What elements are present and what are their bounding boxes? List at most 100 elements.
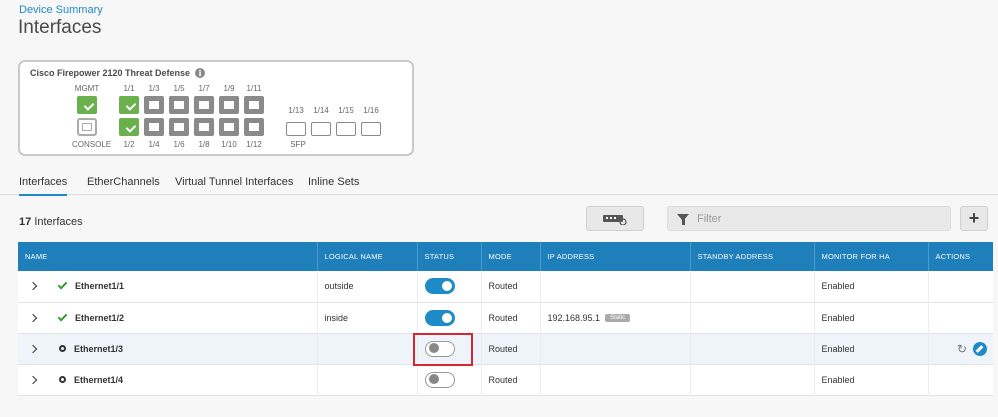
link-down-circle-icon xyxy=(59,376,66,383)
column-header-name[interactable]: NAME xyxy=(18,242,318,271)
port-label: 1/11 xyxy=(246,84,262,93)
column-header-actions: ACTIONS xyxy=(935,252,971,261)
column-header-status[interactable]: STATUS xyxy=(417,242,482,271)
sfp-port-1-13-icon[interactable] xyxy=(286,122,306,136)
link-up-check-icon xyxy=(57,311,68,321)
tab-interfaces[interactable]: Interfaces xyxy=(19,176,68,196)
sfp-port-1-16-icon[interactable] xyxy=(361,122,381,136)
interface-name[interactable]: Ethernet1/3 xyxy=(74,344,123,354)
interface-name[interactable]: Ethernet1/4 xyxy=(74,375,123,385)
port-1-1-icon[interactable] xyxy=(119,96,139,114)
port-1-7-icon[interactable] xyxy=(194,96,214,114)
table-row[interactable]: Ethernet1/4 Routed Enabled xyxy=(18,364,993,395)
plus-icon: + xyxy=(968,208,980,228)
interface-count: 17 Interfaces xyxy=(19,216,83,228)
chevron-right-icon[interactable] xyxy=(28,375,38,384)
standby-address xyxy=(690,364,815,395)
edit-icon[interactable] xyxy=(973,341,987,356)
filter-box[interactable] xyxy=(667,206,951,231)
logical-name xyxy=(317,333,418,364)
ip-address xyxy=(540,364,691,395)
sfp-port-1-15-icon[interactable] xyxy=(336,122,356,136)
port-1-8-icon[interactable] xyxy=(194,118,214,136)
ip-address xyxy=(540,333,691,364)
status-toggle[interactable] xyxy=(424,278,455,295)
port-1-2-icon[interactable] xyxy=(119,118,139,136)
link-up-check-icon xyxy=(57,279,68,290)
status-toggle[interactable] xyxy=(424,340,455,357)
port-1-11-icon[interactable] xyxy=(244,96,264,114)
port-1-9-icon[interactable] xyxy=(219,96,239,114)
interface-count-number: 17 xyxy=(19,216,32,228)
device-view-button[interactable] xyxy=(586,206,644,231)
device-title: Cisco Firepower 2120 Threat Defense i xyxy=(30,68,206,78)
column-header-standby-address[interactable]: STANDBY ADDRESS xyxy=(690,242,815,271)
table-row[interactable]: Ethernet1/3 Routed Enabled ↻ xyxy=(18,333,993,364)
refresh-icon[interactable]: ↻ xyxy=(957,342,967,356)
chevron-right-icon[interactable] xyxy=(28,344,38,353)
console-port-icon[interactable] xyxy=(77,118,97,136)
port-label: 1/16 xyxy=(363,106,379,115)
tab-virtual-tunnel-interfaces[interactable]: Virtual Tunnel Interfaces xyxy=(175,176,293,188)
tab-etherchannels[interactable]: EtherChannels xyxy=(87,176,160,188)
mode: Routed xyxy=(481,271,541,302)
filter-icon xyxy=(677,214,689,225)
link-down-circle-icon xyxy=(59,345,66,352)
column-header-logical-name[interactable]: LOGICAL NAME xyxy=(317,242,418,271)
table-row[interactable]: Ethernet1/1 outside Routed Enabled xyxy=(18,271,993,302)
sfp-label: SFP xyxy=(290,140,306,149)
column-header-monitor-for-ha[interactable]: MONITOR FOR HA xyxy=(814,242,929,271)
port-1-4-icon[interactable] xyxy=(144,118,164,136)
standby-address xyxy=(690,333,815,364)
breadcrumb-device-summary[interactable]: Device Summary xyxy=(19,4,103,16)
port-1-6-icon[interactable] xyxy=(169,118,189,136)
table-header-row: NAME LOGICAL NAME STATUS MODE IP ADDRESS… xyxy=(18,242,993,271)
status-toggle[interactable] xyxy=(424,309,455,326)
port-1-12-icon[interactable] xyxy=(244,118,264,136)
interfaces-table: NAME LOGICAL NAME STATUS MODE IP ADDRESS… xyxy=(18,242,993,396)
sfp-port-1-14-icon[interactable] xyxy=(311,122,331,136)
logical-name: inside xyxy=(317,302,418,333)
monitor-for-ha: Enabled xyxy=(814,271,929,302)
mode: Routed xyxy=(481,302,541,333)
column-header-ip-address[interactable]: IP ADDRESS xyxy=(540,242,691,271)
chevron-right-icon[interactable] xyxy=(28,282,38,291)
static-badge: Static xyxy=(605,314,631,323)
column-header-mode[interactable]: MODE xyxy=(481,242,541,271)
mgmt-label: MGMT xyxy=(74,84,100,93)
port-1-3-icon[interactable] xyxy=(144,96,164,114)
table-row[interactable]: Ethernet1/2 inside Routed 192.168.95.1 St… xyxy=(18,302,993,333)
logical-name: outside xyxy=(317,271,418,302)
device-title-text: Cisco Firepower 2120 Threat Defense xyxy=(30,68,191,78)
standby-address xyxy=(690,302,815,333)
add-interface-button[interactable]: + xyxy=(960,206,988,231)
device-panel: Cisco Firepower 2120 Threat Defense i MG… xyxy=(18,60,414,156)
mode: Routed xyxy=(481,364,541,395)
standby-address xyxy=(690,271,815,302)
info-icon[interactable]: i xyxy=(195,68,206,78)
port-1-5-icon[interactable] xyxy=(169,96,189,114)
monitor-for-ha: Enabled xyxy=(814,302,929,333)
device-icon xyxy=(603,214,627,225)
filter-input[interactable] xyxy=(697,210,937,227)
status-toggle[interactable] xyxy=(424,371,455,388)
logical-name xyxy=(317,364,418,395)
tab-inline-sets[interactable]: Inline Sets xyxy=(308,176,359,188)
console-label: CONSOLE xyxy=(72,140,112,149)
interface-name[interactable]: Ethernet1/2 xyxy=(75,313,124,323)
row-actions: ↻ xyxy=(936,341,994,356)
page-title: Interfaces xyxy=(18,17,102,38)
monitor-for-ha: Enabled xyxy=(814,364,929,395)
monitor-for-ha: Enabled xyxy=(814,333,929,364)
ip-address-cell: 192.168.95.1 Static xyxy=(540,302,691,333)
mode: Routed xyxy=(481,333,541,364)
port-label: 1/12 xyxy=(246,140,262,149)
ip-address xyxy=(540,271,691,302)
ip-address: 192.168.95.1 xyxy=(547,312,601,323)
interface-name[interactable]: Ethernet1/1 xyxy=(75,281,124,291)
tab-bar: Interfaces EtherChannels Virtual Tunnel … xyxy=(0,170,998,196)
port-1-10-icon[interactable] xyxy=(219,118,239,136)
mgmt-port-icon[interactable] xyxy=(77,96,97,114)
chevron-right-icon[interactable] xyxy=(28,313,38,322)
interface-count-label: Interfaces xyxy=(34,216,83,228)
